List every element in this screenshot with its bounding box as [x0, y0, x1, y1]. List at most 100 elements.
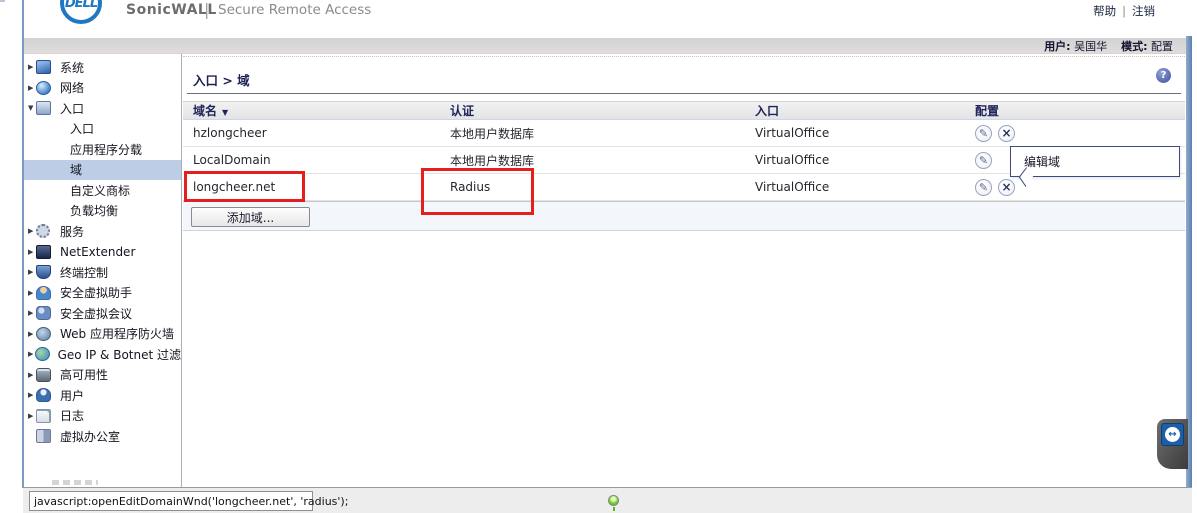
edit-icon[interactable]: ✎ [975, 179, 992, 196]
chevron-right-icon[interactable]: ▶ [24, 63, 36, 71]
chevron-right-icon[interactable]: ▶ [24, 350, 35, 358]
cell-configure: ✎ × [975, 179, 1185, 196]
content-panel: 入口 > 域 ? 域名▼ 认证 入口 配置 hzlongcheer 本地用户数据… [183, 56, 1185, 487]
sidebar-item-endpoint-control[interactable]: ▶ 终端控制 [24, 262, 181, 283]
people-icon [36, 306, 51, 320]
column-header-auth: 认证 [450, 102, 755, 119]
sidebar-item-netextender[interactable]: ▶ NetExtender [24, 242, 181, 263]
help-link[interactable]: 帮助 [1093, 4, 1116, 18]
log-magnifier-icon [36, 409, 51, 423]
user-label: 用户: [1044, 38, 1070, 54]
sidebar-item-high-availability[interactable]: ▶ 高可用性 [24, 365, 181, 386]
edit-icon[interactable]: ✎ [975, 125, 992, 142]
netextender-icon [36, 245, 51, 259]
sidebar-item-portal-sub[interactable]: 入口 [24, 119, 181, 140]
user-name: 吴国华 [1074, 38, 1107, 54]
delete-icon[interactable]: × [998, 125, 1015, 142]
status-bar: javascript:openEditDomainWnd('longcheer.… [23, 488, 1192, 513]
sidebar-item-network[interactable]: ▶ 网络 [24, 78, 181, 99]
sidebar-item-services[interactable]: ▶ 服务 [24, 221, 181, 242]
sidebar-item-virtual-meeting[interactable]: ▶ 安全虚拟会议 [24, 303, 181, 324]
brand-separator: | [204, 0, 209, 19]
person-icon [36, 286, 51, 300]
link-separator: | [1122, 4, 1126, 18]
cropped-text-artifact [52, 480, 98, 485]
header-rule [187, 93, 1181, 94]
building-icon [36, 429, 51, 443]
chevron-right-icon[interactable]: ▶ [24, 84, 36, 92]
chevron-right-icon[interactable]: ▶ [24, 412, 36, 420]
delete-icon[interactable]: × [998, 179, 1015, 196]
column-header-configure: 配置 [975, 102, 1185, 119]
edit-icon[interactable]: ✎ [975, 152, 992, 169]
top-bar: DELL SonicWALL | Secure Remote Access 帮助… [24, 0, 1187, 38]
help-icon[interactable]: ? [1156, 68, 1171, 83]
table-header-row: 域名▼ 认证 入口 配置 [183, 101, 1185, 120]
edit-domain-tooltip: 编辑域 [1010, 146, 1180, 177]
sidebar-item-domains-selected[interactable]: 域 [24, 160, 181, 181]
shield-icon [36, 265, 51, 279]
sidebar-item-virtual-office[interactable]: 虚拟办公室 [24, 426, 181, 447]
sidebar-item-waf[interactable]: ▶ Web 应用程序防火墙 [24, 324, 181, 345]
column-header-portal: 入口 [755, 102, 975, 119]
status-green-orb [608, 495, 619, 506]
table-row: longcheer.net Radius VirtualOffice ✎ × [183, 174, 1185, 201]
sidebar-nav: ▶ 系统 ▶ 网络 ▼ 入口 入口 应用程序分载 域 自定义商标 负载均衡 ▶ … [24, 57, 181, 487]
tooltip-text: 编辑域 [1024, 153, 1060, 170]
chevron-right-icon[interactable]: ▶ [24, 289, 36, 297]
cell-portal: VirtualOffice [755, 180, 975, 194]
chevron-right-icon[interactable]: ▶ [24, 371, 36, 379]
sidebar-item-app-offloading[interactable]: 应用程序分载 [24, 139, 181, 160]
users-icon [36, 388, 51, 402]
sidebar-item-geoip-botnet[interactable]: ▶ Geo IP & Botnet 过滤 [24, 344, 181, 365]
sidebar-item-virtual-assist[interactable]: ▶ 安全虚拟助手 [24, 283, 181, 304]
sidebar-divider [181, 54, 182, 487]
sort-desc-icon[interactable]: ▼ [222, 108, 228, 117]
sidebar-item-load-balancing[interactable]: 负载均衡 [24, 201, 181, 222]
top-links: 帮助 | 注销 [1093, 3, 1155, 19]
cell-auth: 本地用户数据库 [450, 125, 755, 142]
table-row: hzlongcheer 本地用户数据库 VirtualOffice ✎ × [183, 120, 1185, 147]
sidebar-item-users[interactable]: ▶ 用户 [24, 385, 181, 406]
chevron-right-icon[interactable]: ▶ [24, 309, 36, 317]
globe-filter-icon [35, 347, 50, 361]
cell-domain: LocalDomain [193, 153, 450, 167]
chevron-right-icon[interactable]: ▶ [24, 248, 36, 256]
highlight-box-auth [421, 168, 534, 215]
dell-logo: DELL [60, 0, 102, 24]
column-header-domain[interactable]: 域名▼ [193, 102, 450, 119]
cell-auth: 本地用户数据库 [450, 152, 755, 169]
chevron-right-icon[interactable]: ▶ [24, 391, 36, 399]
add-domain-button[interactable]: 添加域... [191, 207, 310, 227]
globe-firewall-icon [36, 327, 51, 341]
highlight-box-domain [184, 171, 305, 202]
mode-label: 模式: [1121, 38, 1147, 54]
chevron-right-icon[interactable]: ▶ [24, 330, 36, 338]
cell-portal: VirtualOffice [755, 153, 975, 167]
chevron-down-icon[interactable]: ▼ [24, 104, 36, 112]
portal-home-icon [36, 101, 51, 115]
dell-logo-text: DELL [65, 0, 97, 11]
button-band: 添加域... [183, 201, 1185, 231]
breadcrumb: 入口 > 域 [193, 70, 250, 89]
server-icon [36, 368, 51, 382]
sidebar-item-portal[interactable]: ▼ 入口 [24, 98, 181, 119]
logout-link[interactable]: 注销 [1132, 4, 1155, 18]
mode-value: 配置 [1151, 38, 1173, 54]
teamviewer-tab[interactable]: ↔ [1157, 419, 1188, 469]
cell-configure: ✎ × [975, 125, 1185, 142]
network-icon [36, 81, 51, 95]
sidebar-item-custom-branding[interactable]: 自定义商标 [24, 180, 181, 201]
mode-bar: 用户: 吴国华 模式: 配置 [24, 38, 1187, 54]
cell-domain: hzlongcheer [193, 126, 450, 140]
chevron-right-icon[interactable]: ▶ [24, 227, 36, 235]
gear-icon [36, 224, 50, 238]
cell-portal: VirtualOffice [755, 126, 975, 140]
sidebar-item-log[interactable]: ▶ 日志 [24, 406, 181, 427]
system-icon [36, 60, 51, 74]
product-name: Secure Remote Access [218, 2, 371, 18]
chevron-right-icon[interactable]: ▶ [24, 268, 36, 276]
teamviewer-icon: ↔ [1161, 423, 1184, 446]
status-link-text: javascript:openEditDomainWnd('longcheer.… [29, 491, 313, 511]
sidebar-item-system[interactable]: ▶ 系统 [24, 57, 181, 78]
